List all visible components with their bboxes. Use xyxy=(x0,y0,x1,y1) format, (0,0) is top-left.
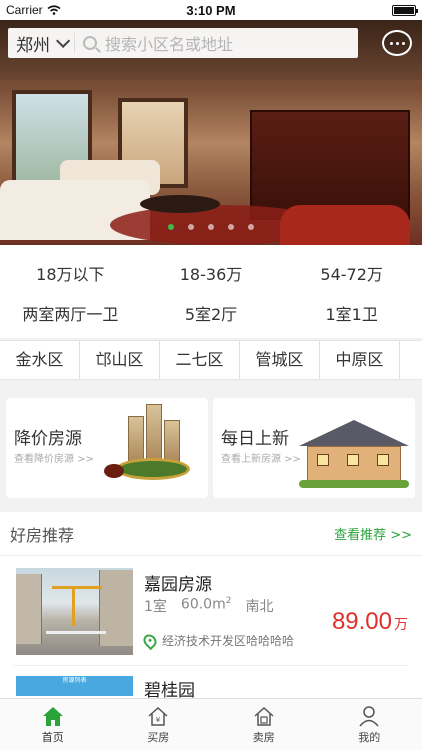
buy-house-icon: ¥ xyxy=(148,706,168,726)
district-tab[interactable]: 邙山区 xyxy=(80,341,160,379)
tab-label: 首页 xyxy=(41,730,64,744)
filter-price[interactable]: 18万以下 xyxy=(0,261,141,285)
district-tab[interactable]: 二七区 xyxy=(160,341,240,379)
card-title: 降价房源 xyxy=(14,429,82,449)
carousel-dot[interactable] xyxy=(168,224,174,230)
address-text: 经济技术开发区哈哈哈哈 xyxy=(162,634,295,648)
location-pin-icon xyxy=(140,631,160,650)
carrier-label: Carrier xyxy=(6,3,43,17)
banner-image-cabinet xyxy=(250,110,410,220)
carousel-dot[interactable] xyxy=(208,224,214,230)
tab-label: 买房 xyxy=(147,730,170,744)
carousel-dots[interactable] xyxy=(0,224,422,230)
status-bar: Carrier 3:10 PM xyxy=(0,0,422,20)
recommend-header: 好房推荐 查看推荐 >> xyxy=(0,512,422,556)
chat-bubble-icon xyxy=(389,41,393,45)
price-drop-card[interactable]: 降价房源 查看降价房源 >> xyxy=(6,398,208,498)
price-filter-row: 18万以下 18-36万 54-72万 xyxy=(0,253,422,293)
battery-level xyxy=(394,6,414,14)
filter-layout[interactable]: 两室两厅一卫 xyxy=(0,301,141,325)
tab-sell[interactable]: 卖房 xyxy=(211,699,317,750)
listing-area-value: 60.0m xyxy=(180,596,226,613)
tab-label: 我的 xyxy=(358,730,381,744)
price-value: 89.00 xyxy=(331,608,392,635)
message-button[interactable] xyxy=(382,30,412,56)
recommend-heading: 好房推荐 xyxy=(10,525,75,545)
search-icon xyxy=(83,36,97,50)
layout-filter-row: 两室两厅一卫 5室2厅 1室1卫 xyxy=(0,293,422,333)
tab-buy[interactable]: ¥ 买房 xyxy=(106,699,212,750)
listing-thumbnail: 房源列表 xyxy=(16,676,133,696)
listing-address: 经济技术开发区哈哈哈哈 xyxy=(140,631,295,650)
home-icon xyxy=(42,706,63,726)
quick-filters: 18万以下 18-36万 54-72万 两室两厅一卫 5室2厅 1室1卫 xyxy=(0,245,422,338)
thumbnail-caption: 房源列表 xyxy=(62,677,87,684)
chat-bubble-dot xyxy=(395,41,399,45)
carousel-dot[interactable] xyxy=(248,224,254,230)
tab-home[interactable]: 首页 xyxy=(0,699,106,750)
bottom-tab-bar: 首页 ¥ 买房 卖房 我的 xyxy=(0,698,422,750)
carousel-dot[interactable] xyxy=(188,224,194,230)
view-recommend-link[interactable]: 查看推荐 >> xyxy=(334,524,412,543)
district-tab[interactable]: 管城区 xyxy=(240,341,320,379)
banner-image-table xyxy=(140,195,220,213)
profile-icon xyxy=(359,705,379,726)
chevron-down-icon xyxy=(56,33,71,48)
listing-rooms: 1室 xyxy=(144,599,167,615)
daily-new-card[interactable]: 每日上新 查看上新房源 >> xyxy=(213,398,415,498)
sell-house-icon xyxy=(254,706,274,726)
card-subtitle: 查看降价房源 >> xyxy=(14,454,94,465)
city-selector[interactable]: 郑州 xyxy=(8,33,75,56)
search-placeholder: 搜索小区名或地址 xyxy=(105,35,234,54)
listing-item[interactable]: 嘉园房源 1室 60.0m2 南北 89.00 万 经济技术开发区哈哈哈哈 xyxy=(14,556,408,666)
listing-item[interactable]: 房源列表 碧桂园 xyxy=(14,666,408,701)
filter-layout[interactable]: 1室1卫 xyxy=(281,301,422,325)
battery-icon xyxy=(392,4,418,16)
status-time: 3:10 PM xyxy=(186,2,236,18)
listing-thumbnail xyxy=(16,568,133,655)
recommend-section: 好房推荐 查看推荐 >> 嘉园房源 1室 60.0m2 南北 89.00 万 经济… xyxy=(0,512,422,701)
listing-name: 嘉园房源 xyxy=(144,575,212,595)
card-subtitle: 查看上新房源 >> xyxy=(221,454,301,465)
status-left: Carrier xyxy=(6,3,61,17)
search-input[interactable]: 搜索小区名或地址 xyxy=(75,31,358,55)
feature-cards: 降价房源 查看降价房源 >> 每日上新 查看上新房源 >> xyxy=(0,388,422,506)
house-illustration-icon xyxy=(299,420,409,490)
district-tab[interactable]: 金水区 xyxy=(0,341,80,379)
listing-price: 89.00 万 xyxy=(332,608,408,636)
wifi-icon xyxy=(47,5,61,15)
filter-price[interactable]: 54-72万 xyxy=(281,261,422,285)
city-label: 郑州 xyxy=(16,35,50,56)
listing-meta: 1室 60.0m2 南北 xyxy=(144,596,273,616)
price-unit: 万 xyxy=(394,616,408,632)
buildings-illustration-icon xyxy=(104,404,198,488)
tab-mine[interactable]: 我的 xyxy=(317,699,422,750)
search-bar: 郑州 搜索小区名或地址 xyxy=(8,28,358,58)
tab-label: 卖房 xyxy=(252,730,275,744)
district-tab[interactable]: 中原区 xyxy=(320,341,400,379)
chat-bubble-dot xyxy=(401,41,405,45)
svg-text:¥: ¥ xyxy=(156,716,161,724)
listing-area: 60.0m2 xyxy=(181,596,232,616)
filter-price[interactable]: 18-36万 xyxy=(141,261,282,285)
listing-orientation: 南北 xyxy=(245,599,274,615)
filter-layout[interactable]: 5室2厅 xyxy=(141,301,282,325)
carousel-dot[interactable] xyxy=(228,224,234,230)
district-tab[interactable]: 上 xyxy=(400,341,422,379)
card-title: 每日上新 xyxy=(221,429,289,449)
district-tabs: 金水区 邙山区 二七区 管城区 中原区 上 xyxy=(0,340,422,380)
listing-area-unit-sup: 2 xyxy=(225,596,232,606)
